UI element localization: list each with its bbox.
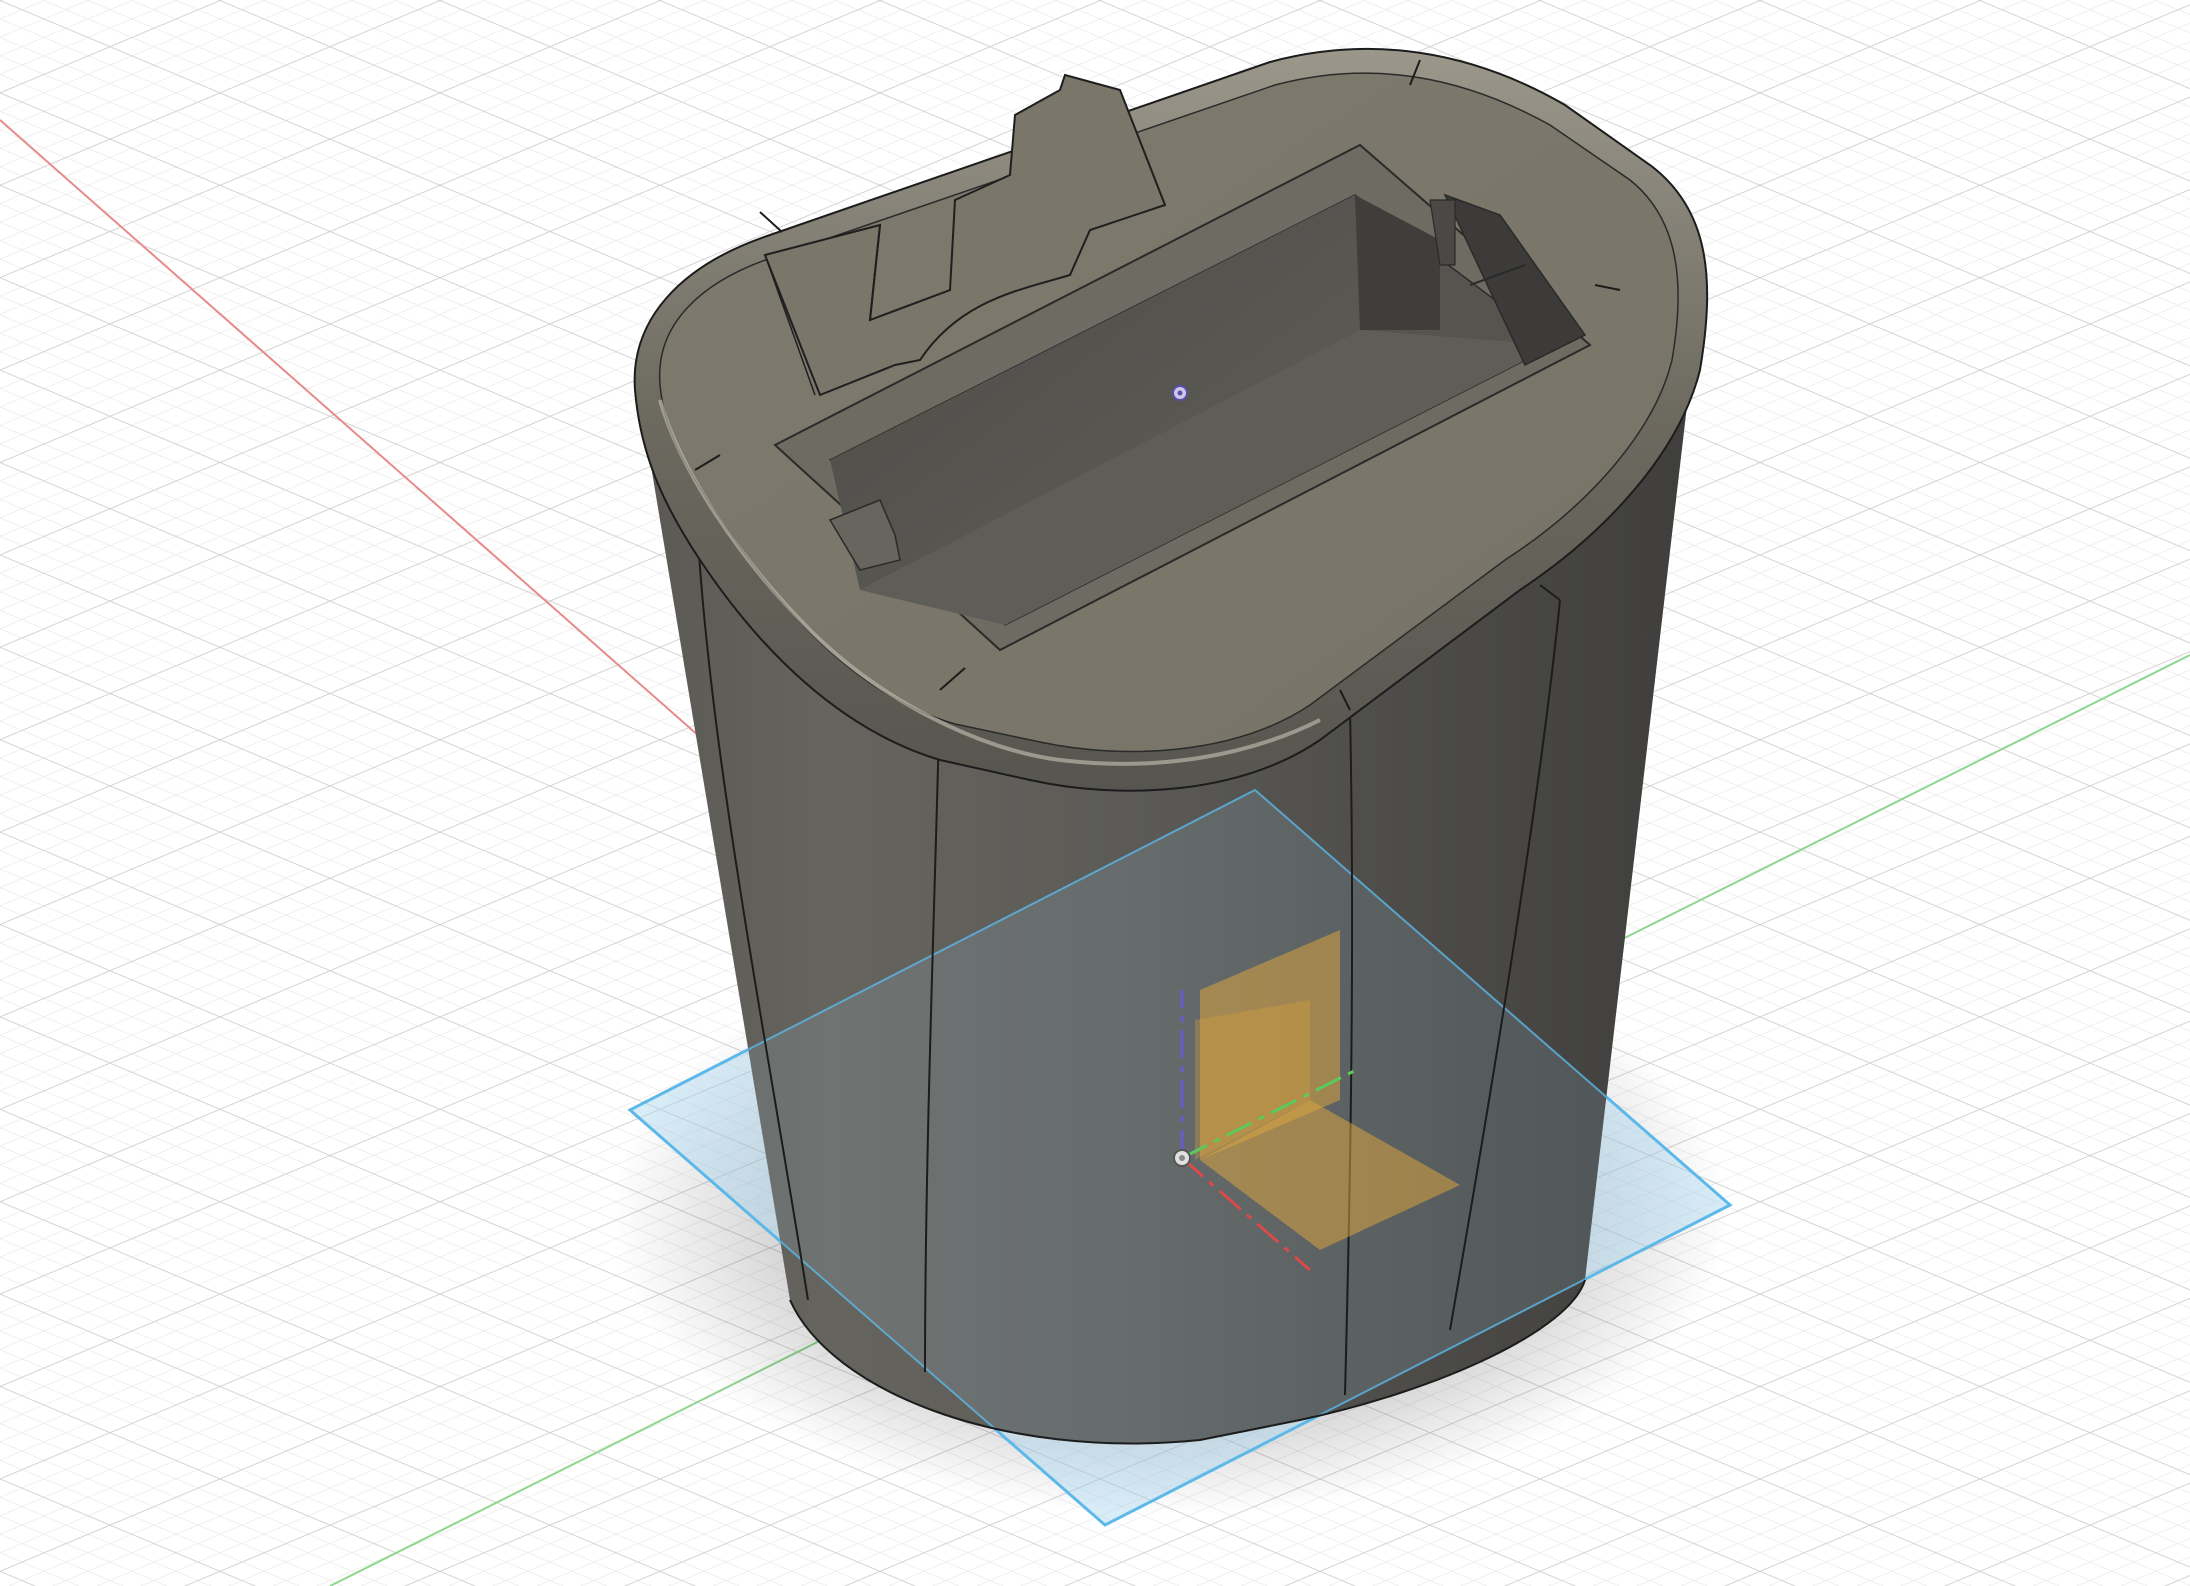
3d-scene[interactable] xyxy=(0,0,2190,1586)
center-point-icon[interactable] xyxy=(1172,385,1188,401)
origin-point-icon[interactable] xyxy=(1173,1149,1191,1167)
canvas-viewport[interactable] xyxy=(0,0,2190,1586)
